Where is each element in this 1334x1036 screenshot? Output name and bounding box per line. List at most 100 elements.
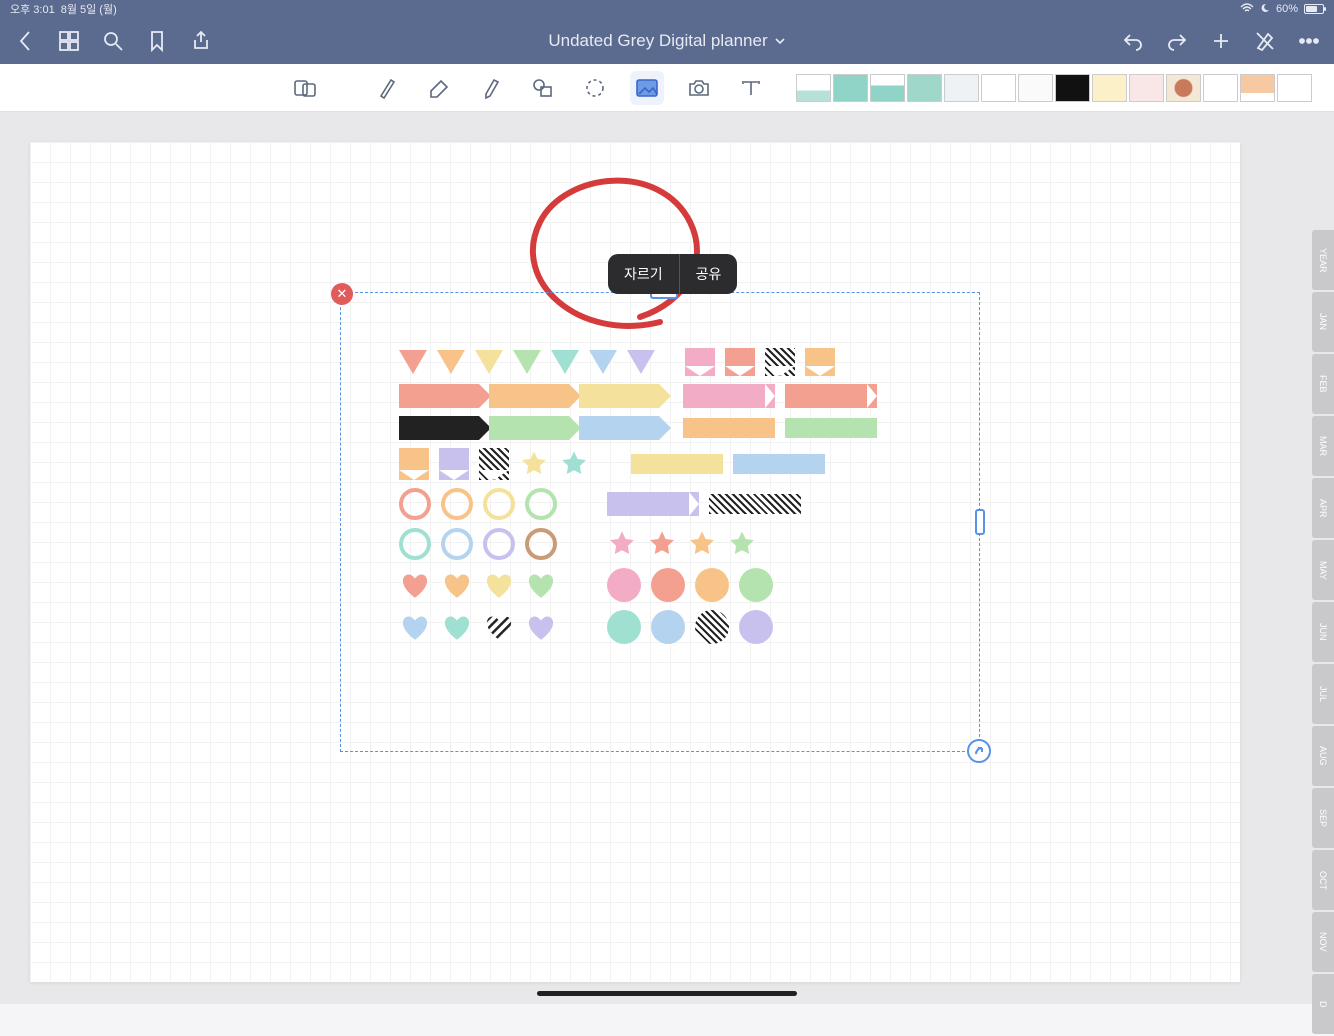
sticker-bar <box>733 454 825 474</box>
sticker-triangle <box>627 350 655 374</box>
planner-page[interactable]: 자르기 공유 ✕ <box>30 142 1240 982</box>
sticker-flag <box>399 448 429 480</box>
side-tab[interactable]: AUG <box>1312 726 1334 786</box>
status-date: 8월 5일 (월) <box>61 1 117 17</box>
sticker-banner <box>785 384 877 408</box>
highlighter-tool-icon[interactable] <box>474 71 508 105</box>
pen-disabled-icon[interactable] <box>1254 30 1276 52</box>
sticker-ring <box>441 528 473 560</box>
sticker-star <box>607 529 637 559</box>
page-thumb[interactable] <box>1055 74 1090 102</box>
side-tab[interactable]: NOV <box>1312 912 1334 972</box>
status-time: 오후 3:01 <box>10 1 55 17</box>
status-bar: 오후 3:01 8월 5일 (월) 60% <box>0 0 1334 18</box>
battery-percent: 60% <box>1276 3 1298 15</box>
side-tab[interactable]: JUN <box>1312 602 1334 662</box>
page-thumb[interactable] <box>870 74 905 102</box>
page-thumb[interactable] <box>1018 74 1053 102</box>
selection-close-icon[interactable]: ✕ <box>331 283 353 305</box>
sticker-ring <box>483 488 515 520</box>
sticker-dot <box>607 610 641 644</box>
grid-icon[interactable] <box>58 30 80 52</box>
sticker-bar <box>709 494 801 514</box>
text-tool-icon[interactable] <box>734 71 768 105</box>
eraser-tool-icon[interactable] <box>422 71 456 105</box>
undo-icon[interactable] <box>1122 30 1144 52</box>
shape-tool-icon[interactable] <box>526 71 560 105</box>
page-thumb[interactable] <box>833 74 868 102</box>
page-thumb[interactable] <box>1092 74 1127 102</box>
canvas[interactable]: 자르기 공유 ✕ <box>0 112 1334 1004</box>
page-thumb[interactable] <box>981 74 1016 102</box>
sticker-heart <box>525 571 557 599</box>
sticker-star <box>519 449 549 479</box>
sticker-heart <box>441 571 473 599</box>
selection-resize-handle[interactable] <box>967 739 991 763</box>
sticker-star <box>727 529 757 559</box>
sticker-ring <box>525 488 557 520</box>
sticker-arrow <box>489 416 569 440</box>
wifi-icon <box>1240 3 1254 16</box>
more-icon[interactable] <box>1298 30 1320 52</box>
toolbar <box>0 64 1334 112</box>
page-thumb[interactable] <box>944 74 979 102</box>
sticker-dot <box>695 568 729 602</box>
sticker-dot <box>651 610 685 644</box>
sticker-heart <box>483 613 515 641</box>
page-thumb[interactable] <box>1240 74 1275 102</box>
sticker-flag <box>725 348 755 376</box>
sticker-arrow <box>489 384 569 408</box>
sticker-dot <box>607 568 641 602</box>
sticker-heart <box>441 613 473 641</box>
sticker-heart <box>399 571 431 599</box>
sticker-arrow <box>579 416 659 440</box>
sticker-dot <box>739 568 773 602</box>
side-tab[interactable]: D <box>1312 974 1334 1034</box>
sticker-flag <box>685 348 715 376</box>
selection-right-handle[interactable] <box>975 509 985 535</box>
page-thumb[interactable] <box>1166 74 1201 102</box>
sticker-flag <box>439 448 469 480</box>
back-icon[interactable] <box>14 30 36 52</box>
sticker-heart <box>525 613 557 641</box>
document-title[interactable]: Undated Grey Digital planner <box>212 31 1122 51</box>
redo-icon[interactable] <box>1166 30 1188 52</box>
sticker-star <box>647 529 677 559</box>
side-tab[interactable]: SEP <box>1312 788 1334 848</box>
crop-button[interactable]: 자르기 <box>608 254 679 294</box>
page-thumb[interactable] <box>796 74 831 102</box>
side-tab[interactable]: MAR <box>1312 416 1334 476</box>
side-tab[interactable]: JAN <box>1312 292 1334 352</box>
image-tool-icon[interactable] <box>630 71 664 105</box>
zoom-tool-icon[interactable] <box>288 71 322 105</box>
page-thumb[interactable] <box>1277 74 1312 102</box>
page-thumb[interactable] <box>907 74 942 102</box>
page-thumb[interactable] <box>1129 74 1164 102</box>
lasso-tool-icon[interactable] <box>578 71 612 105</box>
page-thumb[interactable] <box>1203 74 1238 102</box>
side-tab[interactable]: OCT <box>1312 850 1334 910</box>
side-tab[interactable]: MAY <box>1312 540 1334 600</box>
side-tab[interactable]: JUL <box>1312 664 1334 724</box>
home-indicator[interactable] <box>537 991 797 996</box>
sticker-ring <box>399 528 431 560</box>
side-tab[interactable]: YEAR <box>1312 230 1334 290</box>
bookmark-icon[interactable] <box>146 30 168 52</box>
sticker-bar <box>785 418 877 438</box>
pen-tool-icon[interactable] <box>370 71 404 105</box>
battery-icon <box>1304 4 1324 14</box>
page-thumbnails <box>796 74 1312 102</box>
sticker-flag <box>479 448 509 480</box>
share-icon[interactable] <box>190 30 212 52</box>
side-tab[interactable]: FEB <box>1312 354 1334 414</box>
add-icon[interactable] <box>1210 30 1232 52</box>
sticker-triangle <box>551 350 579 374</box>
image-selection[interactable]: ✕ <box>340 292 980 752</box>
search-icon[interactable] <box>102 30 124 52</box>
chevron-down-icon <box>774 37 786 45</box>
side-tab[interactable]: APR <box>1312 478 1334 538</box>
camera-tool-icon[interactable] <box>682 71 716 105</box>
share-button[interactable]: 공유 <box>680 254 738 294</box>
sticker-ring <box>441 488 473 520</box>
sticker-dot <box>695 610 729 644</box>
